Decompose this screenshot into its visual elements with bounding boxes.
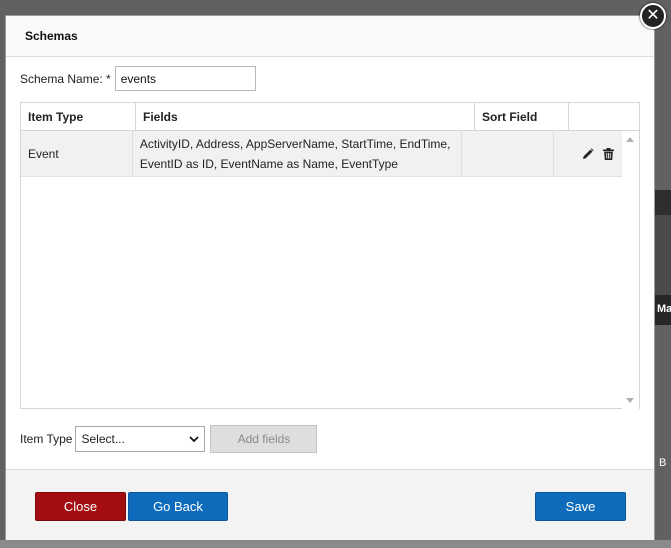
dialog-header: Schemas xyxy=(6,16,654,57)
item-type-selected: Select... xyxy=(81,432,125,446)
schema-name-input[interactable] xyxy=(114,66,256,91)
grid-body[interactable]: Event ActivityID, Address, AppServerName… xyxy=(21,131,639,409)
dialog-title: Schemas xyxy=(25,29,78,43)
cell-sort-field xyxy=(462,131,554,176)
background-text: B xyxy=(659,457,667,469)
background-bottom xyxy=(0,540,671,548)
cell-item-type: Event xyxy=(21,131,133,176)
background-strip xyxy=(655,190,671,215)
cell-fields: ActivityID, Address, AppServerName, Star… xyxy=(133,131,463,176)
schemas-dialog: Schemas Schema Name: * Item Type Fields … xyxy=(5,15,655,540)
scroll-up-arrow-icon[interactable] xyxy=(626,137,634,142)
cell-actions xyxy=(554,131,622,176)
close-icon[interactable]: ✕ xyxy=(640,3,666,29)
fields-line: ActivityID, Address, AppServerName, Star… xyxy=(139,136,451,151)
column-header-item-type: Item Type xyxy=(21,103,136,130)
background-strip xyxy=(655,215,671,295)
scroll-down-arrow-icon[interactable] xyxy=(626,398,634,403)
fields-line: EventID as ID, EventName as Name, EventT… xyxy=(139,156,398,171)
table-row[interactable]: Event ActivityID, Address, AppServerName… xyxy=(21,131,622,177)
schema-name-row: Schema Name: * xyxy=(20,66,256,91)
dialog-footer: Close Go Back Save xyxy=(6,469,654,540)
chevron-down-icon xyxy=(189,432,200,446)
pencil-icon[interactable] xyxy=(582,147,594,160)
close-button[interactable]: Close xyxy=(35,492,126,521)
grid-header: Item Type Fields Sort Field xyxy=(21,103,639,131)
item-type-label: Item Type xyxy=(20,432,73,446)
go-back-button[interactable]: Go Back xyxy=(128,492,228,521)
column-header-fields: Fields xyxy=(136,103,475,130)
schema-grid: Item Type Fields Sort Field Event Activi… xyxy=(20,102,640,409)
grid-scrollbar[interactable] xyxy=(622,131,639,409)
save-button[interactable]: Save xyxy=(535,492,626,521)
add-fields-button[interactable]: Add fields xyxy=(210,425,318,453)
schema-name-label: Schema Name: * xyxy=(20,71,111,86)
item-type-row: Item Type Select... Add fields xyxy=(20,425,318,453)
column-header-actions xyxy=(569,103,639,130)
column-header-sort-field: Sort Field xyxy=(475,103,569,130)
trash-icon[interactable] xyxy=(602,147,614,160)
item-type-select[interactable]: Select... xyxy=(75,426,206,452)
background-text: Ma xyxy=(657,303,671,315)
